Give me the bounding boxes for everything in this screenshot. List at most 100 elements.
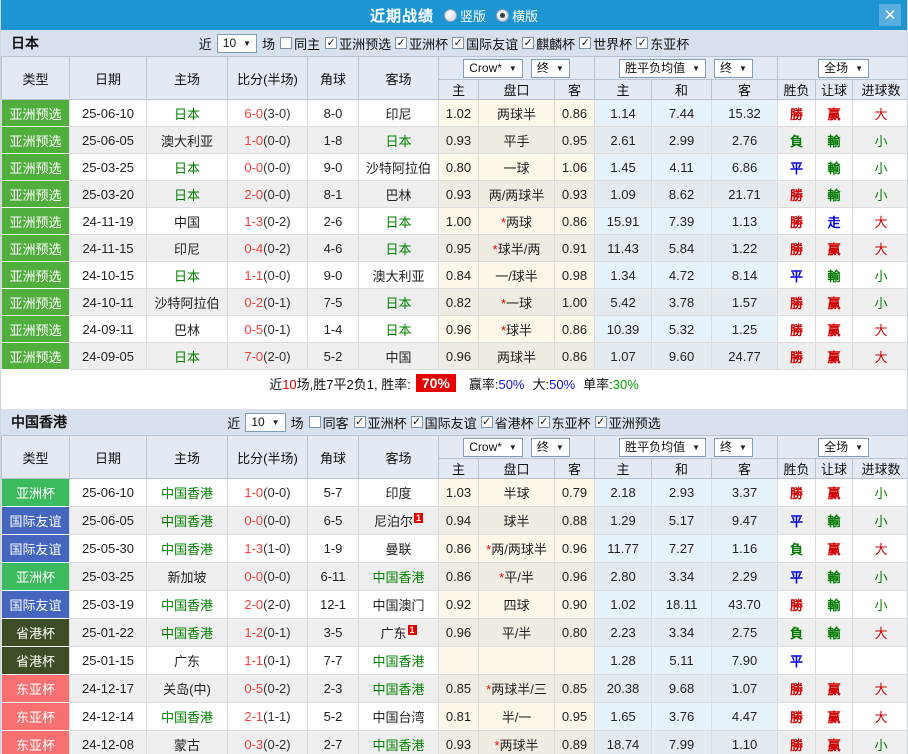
filterbar: 日本 近 10 场 同主 ✓亚洲预选✓亚洲杯✓国际友谊✓麒麟杯✓世界杯✓东亚杯 xyxy=(1,30,907,56)
avg-away-odds: 4.47 xyxy=(711,702,779,731)
competition-badge: 东亚杯 xyxy=(1,730,70,754)
result-handicap: 赢 xyxy=(815,534,854,563)
corners: 6-11 xyxy=(307,562,359,591)
competition-checkbox[interactable]: ✓ 世界杯 xyxy=(579,34,632,53)
result-goals: 大 xyxy=(852,618,907,647)
competition-checkbox[interactable]: ✓ 麒麟杯 xyxy=(522,34,575,53)
asterisk-marker: * xyxy=(500,295,507,311)
avg-draw-odds: 3.34 xyxy=(651,562,713,591)
match-date: 25-03-25 xyxy=(69,562,147,591)
radio-label-horizontal: 横版 xyxy=(512,8,539,24)
competition-checkbox[interactable]: ✓ 亚洲预选 xyxy=(325,34,391,53)
avg-odds-dropdown[interactable]: 胜平负均值 xyxy=(619,58,707,78)
competition-checkbox[interactable]: ✓ 亚洲杯 xyxy=(395,34,448,53)
home-team: 新加坡 xyxy=(146,562,228,591)
match-row: 国际友谊 25-06-05 中国香港 0-0(0-0) 6-5 尼泊尔 1 0.94 球半 0.8… xyxy=(1,506,907,535)
match-date: 25-03-19 xyxy=(69,590,147,619)
avg-home-odds: 1.09 xyxy=(594,180,653,208)
competition-label: 省港杯 xyxy=(494,415,534,431)
away-team: 广东 1 xyxy=(358,618,439,647)
competition-checkbox[interactable]: ✓ 东亚杯 xyxy=(537,413,591,432)
match-date: 25-06-05 xyxy=(69,126,147,154)
avg-draw-odds: 3.76 xyxy=(651,702,713,731)
bookmaker-dropdown-value: Crow* xyxy=(469,439,502,454)
radio-unchecked-icon xyxy=(443,8,457,22)
home-team: 日本 xyxy=(146,261,228,289)
result-goals: 小 xyxy=(852,478,907,507)
competition-checkbox[interactable]: ✓ 东亚杯 xyxy=(636,34,689,53)
layout-radio-vertical[interactable]: 竖版 xyxy=(443,6,486,25)
asterisk-marker: * xyxy=(486,682,492,697)
match-score: 1-1(0-0) xyxy=(227,261,308,289)
avg-draw-odds: 4.72 xyxy=(651,261,713,289)
result-goals: 小 xyxy=(852,506,907,535)
result-goals: 大 xyxy=(852,315,907,343)
result-winlose: 勝 xyxy=(777,730,817,754)
final-dropdown-1[interactable]: 终 xyxy=(530,437,570,457)
same-venue-checkbox[interactable]: 同客 xyxy=(308,413,349,432)
recent-count-select[interactable]: 10 xyxy=(216,33,258,53)
final-dropdown-2[interactable]: 终 xyxy=(714,437,753,457)
close-button[interactable]: ✕ xyxy=(879,4,901,26)
fulltime-dropdown[interactable]: 全场 xyxy=(818,58,870,78)
final-dropdown-2[interactable]: 终 xyxy=(714,58,753,78)
checkbox-checked-icon: ✓ xyxy=(452,36,465,49)
avg-draw-odds: 7.99 xyxy=(651,730,713,754)
competition-label: 亚洲预选 xyxy=(339,36,392,52)
avg-away-odds: 1.57 xyxy=(711,288,779,316)
competition-checkbox[interactable]: ✓ 亚洲预选 xyxy=(594,413,661,432)
home-team: 中国香港 xyxy=(146,618,228,647)
col-away: 客场 xyxy=(358,435,439,479)
competition-checkbox[interactable]: ✓ 省港杯 xyxy=(480,413,534,432)
avg-away-odds: 2.76 xyxy=(711,126,779,154)
avg-away-odds: 1.07 xyxy=(711,674,779,703)
results-table: 类型 日期 主场 比分(半场) 角球 客场 Crow* 终 胜平负均值 终 全场 xyxy=(1,56,907,370)
odds-home: 0.96 xyxy=(438,342,479,370)
section-team-name: 中国香港 xyxy=(11,414,67,430)
result-winlose: 勝 xyxy=(777,234,817,262)
result-winlose: 勝 xyxy=(777,674,817,703)
match-date: 25-01-22 xyxy=(69,618,147,647)
competition-badge: 亚洲预选 xyxy=(1,153,70,181)
handicap-line: *两/两球半 xyxy=(478,534,555,563)
match-score: 1-1(0-1) xyxy=(227,646,308,675)
avg-away-odds: 1.10 xyxy=(711,730,779,754)
bookmaker-dropdown[interactable]: Crow* xyxy=(463,437,523,457)
handicap-line: *两球 xyxy=(478,207,555,235)
corners: 9-0 xyxy=(307,261,359,289)
avg-away-odds: 43.70 xyxy=(711,590,779,619)
avg-home-odds: 1.28 xyxy=(594,646,653,675)
match-row: 省港杯 25-01-22 中国香港 1-2(0-1) 3-5 广东 1 0.96 平/半 0.80… xyxy=(1,618,907,647)
result-winlose: 平 xyxy=(777,153,817,181)
avg-draw-odds: 8.62 xyxy=(651,180,713,208)
avg-away-odds: 6.86 xyxy=(711,153,779,181)
odds-home: 0.85 xyxy=(438,674,479,703)
single-rate: 单率:30% xyxy=(583,376,639,392)
fulltime-dropdown[interactable]: 全场 xyxy=(818,437,870,457)
competition-checkbox[interactable]: ✓ 亚洲杯 xyxy=(353,413,407,432)
subcol-away-odds: 客 xyxy=(553,79,596,100)
fulltime-dropdown-value: 全场 xyxy=(824,439,849,454)
competition-filters: ✓ 亚洲预选 ✓ 亚洲杯 ✓ 国际友谊 ✓ 麒麟杯 ✓ 世界杯 ✓ 东亚杯 xyxy=(325,34,689,53)
checkbox-checked-icon: ✓ xyxy=(395,36,408,49)
result-winlose: 平 xyxy=(777,562,817,591)
competition-badge: 国际友谊 xyxy=(1,590,70,619)
competition-label: 亚洲杯 xyxy=(367,415,407,431)
home-team: 澳大利亚 xyxy=(146,126,228,154)
avg-odds-dropdown[interactable]: 胜平负均值 xyxy=(619,437,707,457)
bookmaker-dropdown[interactable]: Crow* xyxy=(463,58,523,78)
match-date: 24-10-15 xyxy=(69,261,147,289)
layout-radio-horizontal[interactable]: 横版 xyxy=(496,6,538,25)
corners: 7-7 xyxy=(307,646,359,675)
competition-checkbox[interactable]: ✓ 国际友谊 xyxy=(452,34,518,53)
recent-count-select[interactable]: 10 xyxy=(245,412,286,432)
result-handicap: 赢 xyxy=(815,288,854,316)
same-venue-checkbox[interactable]: 同主 xyxy=(280,34,320,53)
avg-draw-odds: 5.84 xyxy=(651,234,713,262)
final-dropdown-1[interactable]: 终 xyxy=(530,58,570,78)
checkbox-checked-icon: ✓ xyxy=(480,415,493,428)
odds-away: 1.00 xyxy=(553,288,596,316)
match-score: 0-0(0-0) xyxy=(227,153,308,181)
match-date: 24-12-14 xyxy=(69,702,147,731)
competition-checkbox[interactable]: ✓ 国际友谊 xyxy=(410,413,477,432)
